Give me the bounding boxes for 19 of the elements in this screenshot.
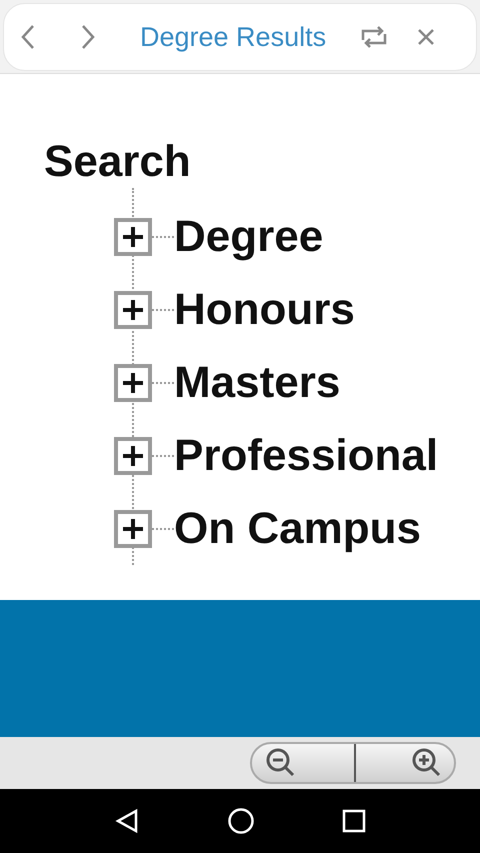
plus-box-icon[interactable] [114, 218, 152, 256]
tree-item-label[interactable]: Professional [174, 422, 438, 488]
back-nav-icon[interactable] [114, 808, 140, 834]
home-nav-icon[interactable] [226, 807, 255, 835]
forward-icon[interactable] [80, 24, 96, 50]
repeat-icon[interactable] [360, 26, 388, 48]
tree-item-label[interactable]: Degree [174, 204, 324, 270]
tree-root-label: Search [44, 136, 192, 188]
tree-item-label[interactable]: Honours [174, 276, 355, 342]
recents-nav-icon[interactable] [342, 809, 366, 833]
plus-box-icon[interactable] [114, 510, 152, 548]
plus-box-icon[interactable] [114, 290, 152, 328]
tree-item-label[interactable]: Masters [174, 350, 340, 416]
tree-item-label[interactable]: On Campus [174, 496, 421, 562]
plus-box-icon[interactable] [114, 364, 152, 402]
close-icon[interactable] [416, 27, 436, 47]
back-icon[interactable] [20, 24, 36, 50]
plus-box-icon[interactable] [114, 436, 152, 474]
page-title: Degree Results [140, 20, 326, 54]
